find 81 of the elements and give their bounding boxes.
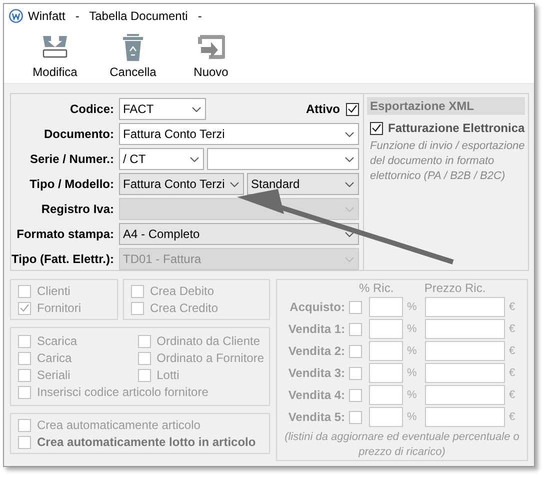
dropdown[interactable] [207,148,359,170]
checkbox-label: Carica [37,351,72,365]
input-field[interactable] [425,407,505,427]
checkbox-label: Fatturazione Elettronica [388,121,525,135]
dropdown[interactable]: Fattura Conto Terzi [119,123,359,145]
unit-label: % [407,323,418,335]
toolbar-button[interactable]: Cancella [96,28,170,83]
checkbox[interactable] [370,122,383,134]
unit-label: € [509,301,516,313]
toolbar-button[interactable]: Nuovo [174,28,248,83]
forward-arrow-icon [197,34,225,62]
field-label: Documento: [43,127,115,141]
input-field[interactable] [369,407,403,427]
window-title: Winfatt - Tabella Documenti - [28,9,202,23]
input-field[interactable] [425,297,505,317]
checkbox-label: Scarica [37,334,78,348]
input-field[interactable] [425,319,505,339]
row-label: Vendita 1: [287,322,345,336]
unit-label: € [509,411,516,423]
app-icon [9,9,23,23]
dropdown[interactable]: A4 - Completo [119,223,359,245]
checkbox-label: Crea automaticamente lotto in articolo [37,435,256,449]
field-label: Codice: [68,102,115,116]
checkbox-label: Crea automaticamente articolo [37,418,200,432]
row-label: Vendita 4: [287,388,345,402]
section-header: Esportazione XML [367,97,525,115]
description-text: Funzione di invio / esportazione del documento in formato elettornico (PA / B2B / B2C) [370,139,525,184]
dropdown[interactable]: Standard [247,173,359,195]
caret-icon [230,182,239,186]
caret-icon [345,182,354,186]
unit-label: € [509,323,516,335]
checkbox-label: Crea Debito [150,284,214,298]
unit-label: % [407,301,418,313]
checkbox[interactable] [346,102,359,116]
row-label: Acquisto: [288,300,345,314]
description-text: (listini da aggiornare ed eventuale percentuale o prezzo di ricarico) [284,430,520,460]
input-field[interactable] [369,297,403,317]
dropdown[interactable]: Fattura Conto Terzi [119,173,244,195]
caret-icon [345,232,354,236]
column-header: Prezzo Ric. [423,281,487,295]
input-field[interactable] [369,341,403,361]
row-label: Vendita 3: [287,366,345,380]
unit-label: % [407,345,418,357]
unit-label: € [509,389,516,401]
checkbox-label: Inserisci codice articolo fornitore [37,385,208,399]
checkbox-label: Attivo [306,102,340,116]
input-field[interactable] [425,341,505,361]
column-header: % Ric. [359,281,395,295]
caret-icon [345,132,354,136]
checkbox-label: Crea Credito [150,301,218,315]
dropdown[interactable]: / CT [119,148,204,170]
caret-icon [192,106,201,112]
field-label: Tipo (Fatt. Elettr.): [11,252,115,266]
caret-icon [345,156,354,162]
caret-icon [345,206,354,212]
checkbox-label: Ordinato a Fornitore [156,351,264,365]
checkbox-label: Seriali [37,368,70,382]
input-field[interactable] [425,363,505,383]
dropdown[interactable]: FACT [119,98,206,120]
toolbar-button[interactable]: Modifica [18,28,92,83]
field-label: Serie / Numer.: [28,152,115,166]
field-label: Tipo / Modello: [28,177,115,191]
checkbox-label: Fornitori [37,301,82,315]
input-field[interactable] [369,385,403,405]
checkbox-label: Ordinato da Cliente [156,334,260,348]
caret-icon [190,156,199,162]
unit-label: % [407,389,418,401]
input-field[interactable] [369,319,403,339]
unit-label: % [407,411,418,423]
field-label: Formato stampa: [16,227,115,241]
unit-label: € [509,367,516,379]
row-label: Vendita 2: [287,344,345,358]
row-label: Vendita 5: [287,410,345,424]
field-label: Registro Iva: [40,202,115,216]
checkbox-label: Lotti [156,368,180,382]
unit-label: € [509,345,516,357]
input-field[interactable] [369,363,403,383]
caret-icon [345,256,354,262]
checkbox-label: Clienti [37,284,70,298]
unit-label: % [407,367,418,379]
input-field[interactable] [425,385,505,405]
